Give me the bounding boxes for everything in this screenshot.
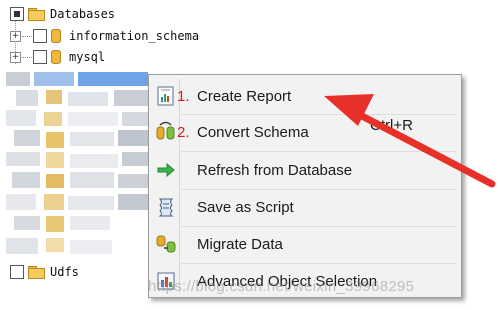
item-checkbox[interactable] — [33, 50, 47, 64]
folder-icon — [28, 8, 45, 21]
tree-item-label: Udfs — [50, 265, 79, 279]
menu-item-label: Save as Script — [197, 198, 294, 216]
script-icon — [155, 196, 177, 218]
item-checkbox[interactable] — [10, 265, 24, 279]
menu-item-label: Create Report — [197, 87, 292, 105]
expand-icon[interactable]: + — [10, 51, 21, 63]
red-arrow-annotation — [324, 94, 496, 188]
tree-dash — [22, 56, 32, 58]
report-icon — [155, 85, 177, 107]
folder-icon — [28, 266, 45, 279]
refresh-arrow-icon — [155, 159, 177, 181]
menu-item-label: Convert Schema — [197, 123, 309, 141]
menu-item-save-as-script[interactable]: Save as Script — [153, 190, 457, 224]
tree-item-mysql[interactable]: + mysql — [10, 47, 105, 67]
tree-root-label: Databases — [50, 7, 116, 21]
menu-item-label: Migrate Data — [197, 235, 283, 253]
menu-item-migrate-data[interactable]: Migrate Data — [153, 227, 457, 261]
convert-schema-icon — [155, 121, 177, 143]
tree-item-udfs[interactable]: Udfs — [10, 262, 79, 282]
tree-item-information-schema[interactable]: + information_schema — [10, 26, 199, 46]
tree-item-label: information_schema — [69, 29, 200, 43]
tree-item-label: mysql — [69, 50, 106, 64]
database-icon — [51, 50, 61, 64]
item-checkbox[interactable] — [33, 29, 47, 43]
database-icon — [51, 29, 61, 43]
tree-root-databases[interactable]: Databases — [10, 4, 115, 24]
step-number: 2. — [177, 123, 190, 141]
migrate-data-icon — [155, 233, 177, 255]
pixelated-tree-region — [6, 72, 166, 260]
tree-dash — [22, 35, 32, 37]
step-number: 1. — [177, 87, 190, 105]
expand-icon[interactable]: + — [10, 30, 21, 42]
watermark: https://blog.csdn.net/weixin_39968295 — [148, 278, 415, 295]
root-checkbox[interactable] — [10, 7, 24, 21]
